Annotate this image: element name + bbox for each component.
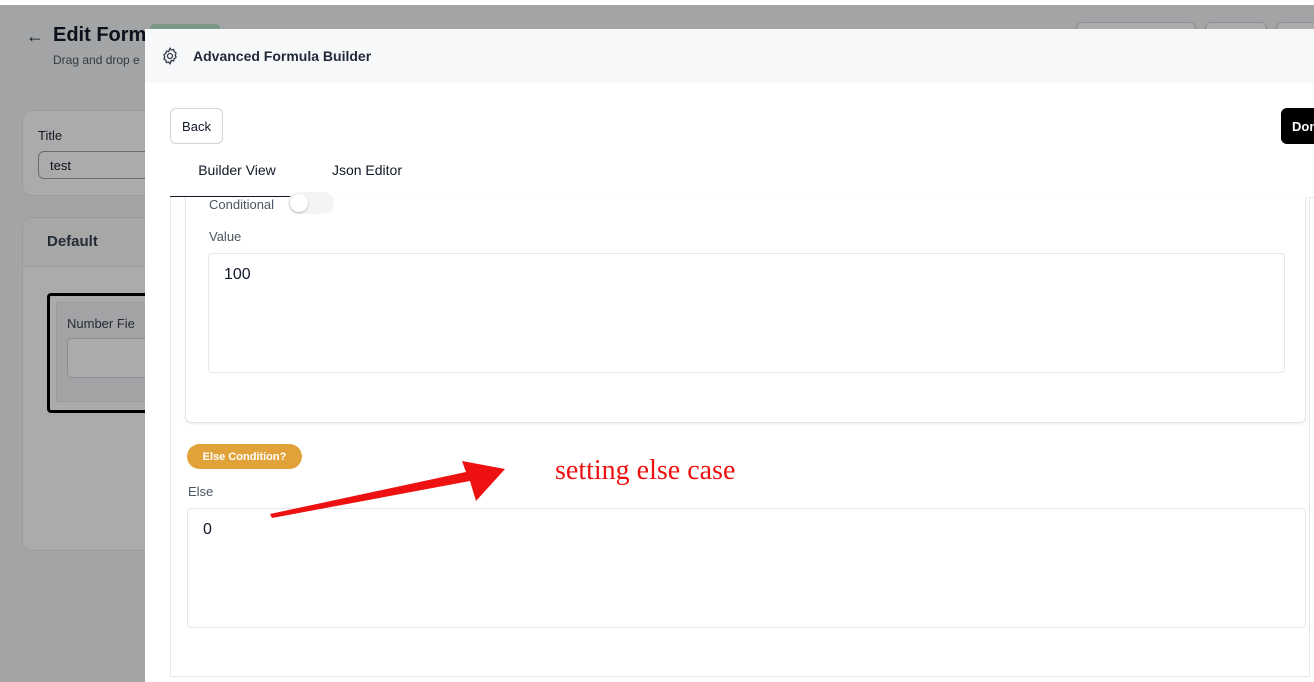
tab-builder-view[interactable]: Builder View bbox=[170, 155, 304, 198]
annotation-text: setting else case bbox=[555, 455, 736, 486]
toggle-knob bbox=[290, 194, 308, 212]
else-condition-button[interactable]: Else Condition? bbox=[187, 444, 302, 469]
modal-header: Advanced Formula Builder bbox=[145, 29, 1314, 83]
formula-builder-modal: Advanced Formula Builder Back Don Builde… bbox=[145, 29, 1314, 682]
conditional-toggle[interactable] bbox=[288, 192, 334, 214]
back-button[interactable]: Back bbox=[170, 108, 223, 144]
else-input[interactable] bbox=[187, 508, 1306, 628]
conditional-label: Conditional bbox=[209, 197, 275, 212]
formula-panel: Conditional Value Else Condition? Else bbox=[170, 192, 1310, 677]
tab-json-editor[interactable]: Json Editor bbox=[315, 155, 419, 196]
gear-icon bbox=[163, 47, 177, 65]
else-label: Else bbox=[188, 484, 214, 499]
condition-card: Conditional Value bbox=[185, 192, 1306, 423]
view-tabs: Builder View Json Editor bbox=[170, 155, 1314, 198]
value-input[interactable] bbox=[208, 253, 1285, 373]
value-label: Value bbox=[209, 229, 242, 244]
builder-content: Conditional Value Else Condition? Else bbox=[145, 192, 1314, 682]
modal-title: Advanced Formula Builder bbox=[193, 48, 372, 64]
done-button[interactable]: Don bbox=[1281, 108, 1314, 144]
